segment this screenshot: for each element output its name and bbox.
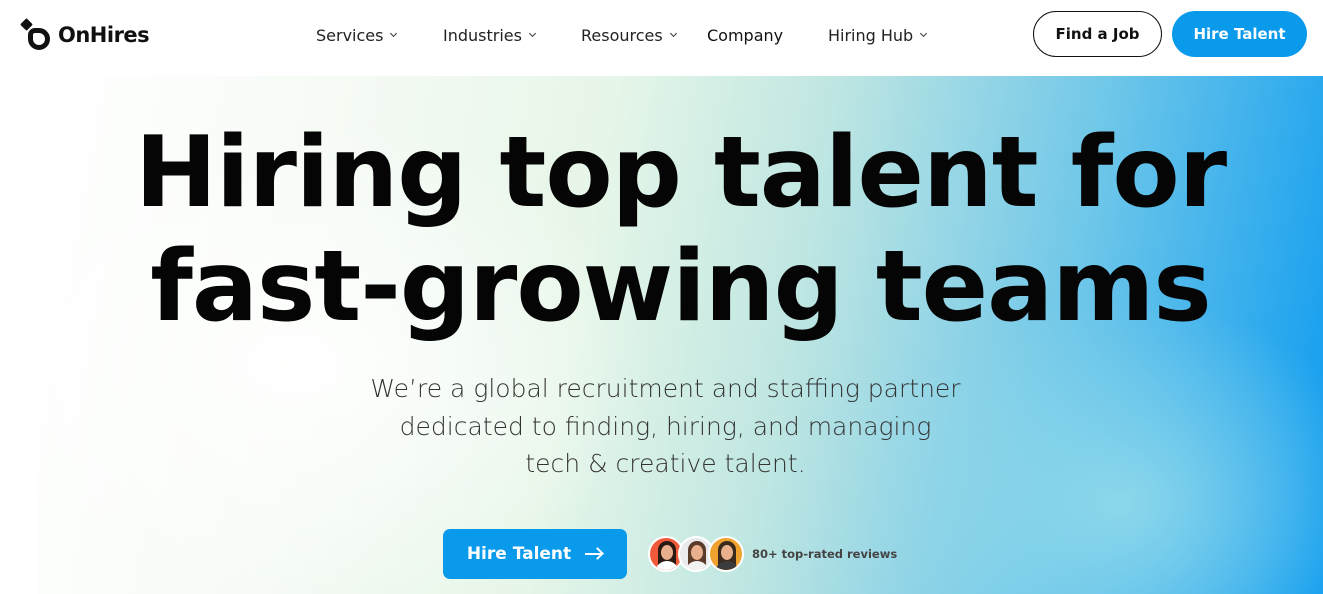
reviews-count-text: 80+ top-rated reviews bbox=[752, 547, 898, 561]
subtitle-line-3: tech & creative talent. bbox=[525, 449, 806, 478]
chevron-down-icon bbox=[669, 29, 677, 38]
hero-section: Hiring top talent for fast-growing teams… bbox=[38, 76, 1323, 594]
chevron-down-icon bbox=[528, 29, 537, 38]
subtitle-line-2: dedicated to finding, hiring, and managi… bbox=[399, 411, 932, 441]
headline-line-1: Hiring top talent for bbox=[134, 116, 1227, 230]
nav-item-services[interactable]: Services bbox=[316, 24, 398, 46]
nav-item-hiring-hub[interactable]: Hiring Hub bbox=[828, 24, 928, 46]
reviews-badge[interactable]: 80+ top-rated reviews bbox=[648, 536, 897, 572]
hero-headline: Hiring top talent for fast-growing teams bbox=[38, 116, 1323, 344]
avatar bbox=[708, 536, 744, 572]
site-header: OnHires Services Industries Resources Co… bbox=[0, 0, 1323, 76]
nav-item-label: Resources bbox=[581, 25, 663, 45]
find-a-job-button[interactable]: Find a Job bbox=[1033, 11, 1162, 57]
nav-item-company[interactable]: Company bbox=[707, 24, 783, 46]
chevron-down-icon bbox=[920, 29, 928, 38]
hero-hire-talent-button[interactable]: Hire Talent bbox=[443, 529, 627, 579]
chevron-down-icon bbox=[390, 29, 398, 38]
arrow-right-icon bbox=[585, 547, 605, 560]
subtitle-line-1: We’re a global recruitment and staffing … bbox=[370, 374, 961, 403]
headline-line-2: fast-growing teams bbox=[150, 230, 1211, 344]
nav-item-industries[interactable]: Industries bbox=[443, 24, 537, 46]
nav-item-label: Services bbox=[316, 25, 384, 45]
header-hire-talent-button[interactable]: Hire Talent bbox=[1172, 11, 1307, 57]
hero-subtitle: We’re a global recruitment and staffing … bbox=[338, 370, 993, 483]
nav-item-label: Company bbox=[707, 25, 784, 45]
reviewer-avatars bbox=[648, 536, 744, 572]
nav-item-resources[interactable]: Resources bbox=[581, 24, 677, 46]
nav-item-label: Hiring Hub bbox=[828, 25, 914, 45]
nav-item-label: Industries bbox=[443, 25, 522, 45]
hero-cta-label: Hire Talent bbox=[466, 544, 572, 564]
